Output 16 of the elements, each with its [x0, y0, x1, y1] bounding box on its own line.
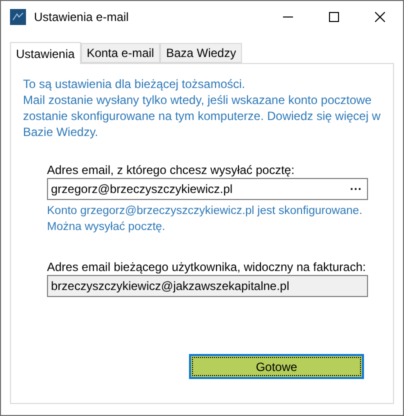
- close-icon: [375, 12, 385, 22]
- field-label: Adres email bieżącego użytkownika, widoczny na fakturach:: [47, 259, 367, 275]
- done-button[interactable]: Gotowe: [189, 354, 364, 379]
- info-text: To są ustawienia dla bieżącej tożsamości.: [23, 76, 246, 92]
- sender-email-field[interactable]: grzegorz@brzeczyszczykiewicz.pl ···: [47, 178, 368, 200]
- info-text: Mail zostanie wysłany tylko wtedy, jeśli wskazane konto pocztowe zostanie skonfigurowane na tym komputerze. Dowiedz się więcej w Bazie Wiedzy.: [23, 92, 381, 140]
- window-title: Ustawienia e-mail: [34, 10, 130, 24]
- field-label: Adres email, z którego chcesz wysyłać pocztę:: [47, 162, 296, 178]
- invoice-email-field[interactable]: brzeczyszczykiewicz@jakzawszekapitalne.pl: [47, 275, 368, 297]
- tab[interactable]: Ustawienia: [10, 42, 81, 64]
- browse-button[interactable]: ···: [345, 179, 367, 199]
- maximize-icon: [329, 12, 339, 22]
- tab[interactable]: Konta e-mail: [80, 43, 160, 63]
- tab[interactable]: Baza Wiedzy: [160, 43, 242, 63]
- app-logo-icon: [10, 9, 26, 25]
- status-text: Konto grzegorz@brzeczyszczykiewicz.pl jest skonfigurowane. Można wysyłać pocztę.: [47, 204, 364, 235]
